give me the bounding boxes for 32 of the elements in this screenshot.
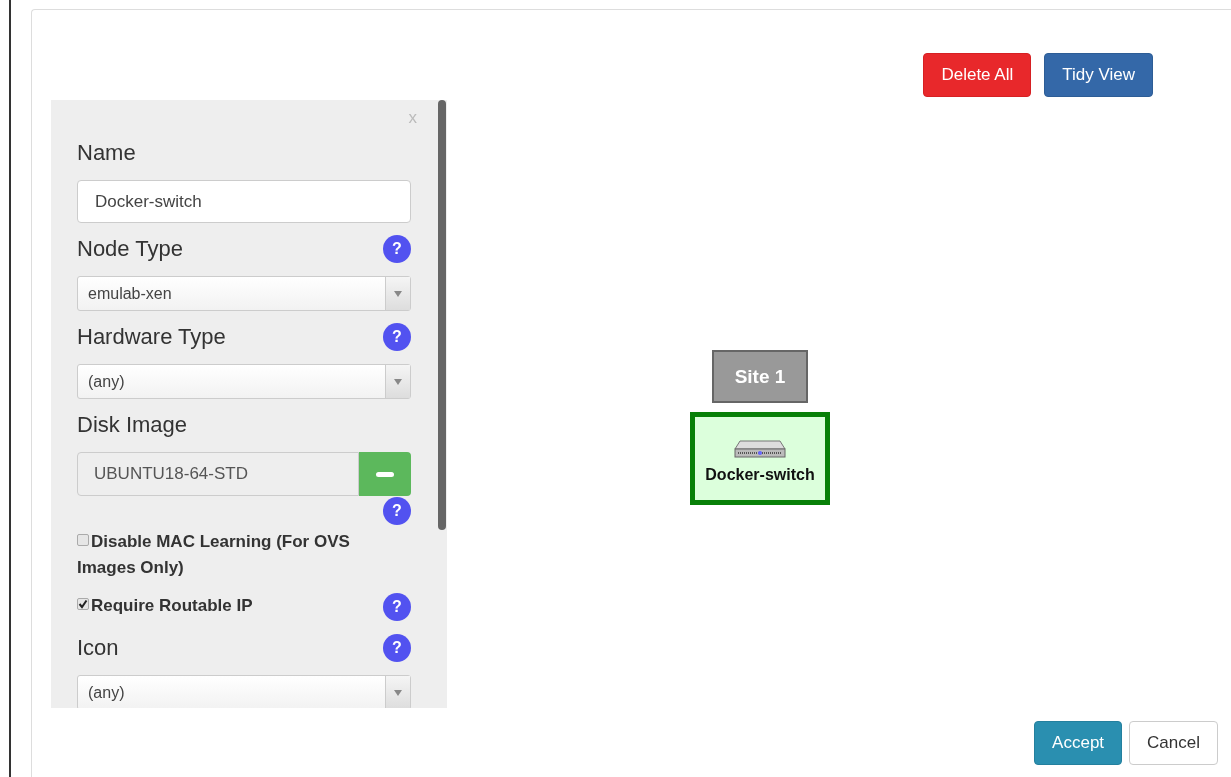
help-button[interactable]: ? [383, 235, 411, 263]
help-button[interactable]: ? [383, 323, 411, 351]
dropdown-arrow-button[interactable] [385, 676, 410, 708]
dropdown-arrow-button[interactable] [385, 277, 410, 310]
field-label: Node Type [77, 236, 183, 262]
help-button[interactable]: ? [383, 593, 411, 621]
bar-icon [376, 471, 394, 477]
field-label: Icon [77, 635, 119, 661]
field-label: Name [77, 140, 136, 166]
scrollbar[interactable] [438, 100, 446, 530]
caret-icon [394, 378, 402, 385]
field-label: Disk Image [77, 412, 188, 438]
tidy-view-button[interactable]: Tidy View [1044, 53, 1153, 97]
caret-icon [394, 290, 402, 297]
site-box[interactable]: Site 1 [712, 350, 808, 403]
checkbox-label: Disable MAC Learning (For OVS Images Only) [77, 531, 351, 579]
checkbox[interactable] [77, 598, 89, 610]
image-picker-button[interactable] [359, 452, 411, 496]
delete-all-button[interactable]: Delete All [923, 53, 1032, 97]
name-input[interactable]: Docker-switch [77, 180, 411, 223]
dropdown-arrow-button[interactable] [385, 365, 410, 398]
checkbox[interactable] [77, 534, 89, 546]
accept-button[interactable]: Accept [1034, 721, 1123, 765]
disk-image-field[interactable]: UBUNTU18-64-STD [77, 452, 359, 496]
help-button[interactable]: ? [383, 634, 411, 662]
field-label: Hardware Type [77, 324, 226, 350]
checkbox-label: Require Routable IP [77, 593, 253, 619]
switch-icon [734, 440, 786, 458]
switch-node[interactable]: Docker-switch [690, 412, 830, 505]
caret-icon [394, 689, 402, 696]
help-button[interactable]: ? [383, 497, 411, 525]
cancel-button[interactable]: Cancel [1129, 721, 1218, 765]
